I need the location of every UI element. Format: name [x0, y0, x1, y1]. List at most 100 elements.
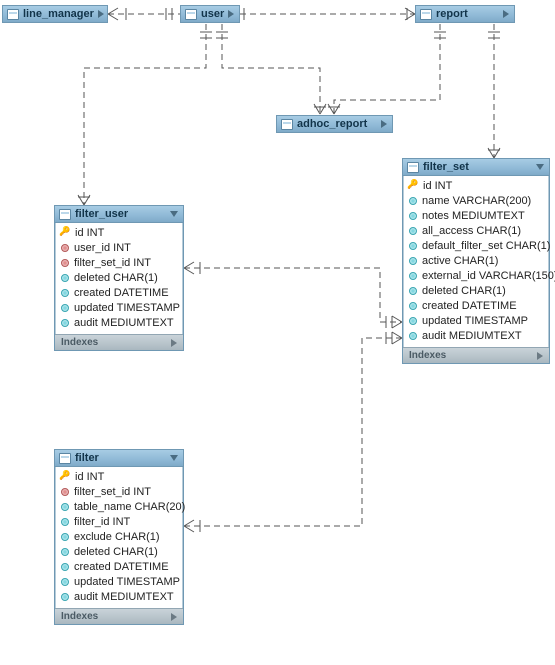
entity-user[interactable]: user	[180, 5, 240, 23]
column-row[interactable]: name VARCHAR(200)	[403, 194, 549, 209]
column-text: updated TIMESTAMP	[422, 315, 528, 327]
fk-icon	[61, 488, 69, 496]
column-text: default_filter_set CHAR(1)	[422, 240, 550, 252]
column-text: active CHAR(1)	[422, 255, 498, 267]
entity-header[interactable]: filter_user	[55, 206, 183, 223]
col-icon	[61, 274, 69, 282]
col-icon	[409, 212, 417, 220]
column-row[interactable]: audit MEDIUMTEXT	[403, 329, 549, 344]
col-icon	[61, 533, 69, 541]
col-icon	[61, 593, 69, 601]
expand-icon[interactable]	[171, 613, 177, 621]
column-row[interactable]: all_access CHAR(1)	[403, 224, 549, 239]
column-row[interactable]: filter_set_id INT	[55, 256, 183, 271]
entity-header[interactable]: user	[181, 6, 239, 22]
expand-icon[interactable]	[537, 352, 543, 360]
table-icon	[281, 119, 293, 130]
indexes-section[interactable]: Indexes	[403, 347, 549, 363]
col-icon	[409, 332, 417, 340]
column-row[interactable]: created DATETIME	[403, 299, 549, 314]
column-row[interactable]: filter_id INT	[55, 515, 183, 530]
col-icon	[61, 304, 69, 312]
entity-report[interactable]: report	[415, 5, 515, 23]
column-text: exclude CHAR(1)	[74, 531, 160, 543]
column-row[interactable]: updated TIMESTAMP	[55, 301, 183, 316]
column-text: filter_set_id INT	[74, 257, 151, 269]
column-row[interactable]: updated TIMESTAMP	[403, 314, 549, 329]
entity-header[interactable]: filter_set	[403, 159, 549, 176]
table-icon	[59, 453, 71, 464]
collapse-icon[interactable]	[170, 211, 178, 217]
column-row[interactable]: id INT	[403, 179, 549, 194]
expand-icon[interactable]	[503, 10, 509, 18]
col-icon	[61, 503, 69, 511]
column-text: updated TIMESTAMP	[74, 576, 180, 588]
col-icon	[61, 563, 69, 571]
column-text: id INT	[423, 180, 452, 192]
column-row[interactable]: deleted CHAR(1)	[55, 545, 183, 560]
indexes-label: Indexes	[61, 337, 98, 348]
column-text: external_id VARCHAR(150)	[422, 270, 555, 282]
col-icon	[409, 317, 417, 325]
column-text: notes MEDIUMTEXT	[422, 210, 525, 222]
column-row[interactable]: audit MEDIUMTEXT	[55, 316, 183, 331]
collapse-icon[interactable]	[170, 455, 178, 461]
table-icon	[185, 9, 197, 20]
col-icon	[409, 302, 417, 310]
key-icon	[409, 182, 418, 191]
col-icon	[61, 548, 69, 556]
entity-header[interactable]: adhoc_report	[277, 116, 392, 132]
entity-filter[interactable]: filter id INT filter_set_id INT table_na…	[54, 449, 184, 625]
column-row[interactable]: default_filter_set CHAR(1)	[403, 239, 549, 254]
fk-icon	[61, 244, 69, 252]
entity-filter-set[interactable]: filter_set id INT name VARCHAR(200) note…	[402, 158, 550, 364]
column-list: id INT user_id INT filter_set_id INT del…	[55, 223, 183, 334]
indexes-section[interactable]: Indexes	[55, 334, 183, 350]
column-row[interactable]: deleted CHAR(1)	[403, 284, 549, 299]
column-row[interactable]: user_id INT	[55, 241, 183, 256]
column-row[interactable]: active CHAR(1)	[403, 254, 549, 269]
expand-icon[interactable]	[228, 10, 234, 18]
entity-adhoc-report[interactable]: adhoc_report	[276, 115, 393, 133]
col-icon	[409, 272, 417, 280]
col-icon	[61, 578, 69, 586]
column-row[interactable]: audit MEDIUMTEXT	[55, 590, 183, 605]
column-row[interactable]: id INT	[55, 470, 183, 485]
table-icon	[407, 162, 419, 173]
column-text: created DATETIME	[74, 287, 169, 299]
entity-header[interactable]: report	[416, 6, 514, 22]
entity-filter-user[interactable]: filter_user id INT user_id INT filter_se…	[54, 205, 184, 351]
column-row[interactable]: exclude CHAR(1)	[55, 530, 183, 545]
column-row[interactable]: filter_set_id INT	[55, 485, 183, 500]
column-text: filter_set_id INT	[74, 486, 151, 498]
entity-header[interactable]: line_manager	[3, 6, 107, 22]
entity-line-manager[interactable]: line_manager	[2, 5, 108, 23]
column-row[interactable]: id INT	[55, 226, 183, 241]
column-text: deleted CHAR(1)	[422, 285, 506, 297]
indexes-section[interactable]: Indexes	[55, 608, 183, 624]
column-text: created DATETIME	[422, 300, 517, 312]
column-row[interactable]: table_name CHAR(20)	[55, 500, 183, 515]
expand-icon[interactable]	[171, 339, 177, 347]
col-icon	[409, 242, 417, 250]
column-text: id INT	[75, 471, 104, 483]
table-icon	[7, 9, 19, 20]
expand-icon[interactable]	[381, 120, 387, 128]
col-icon	[409, 197, 417, 205]
entity-title: adhoc_report	[297, 118, 367, 130]
column-text: audit MEDIUMTEXT	[422, 330, 522, 342]
col-icon	[409, 257, 417, 265]
col-icon	[61, 518, 69, 526]
column-row[interactable]: external_id VARCHAR(150)	[403, 269, 549, 284]
entity-title: filter_set	[423, 161, 469, 173]
column-row[interactable]: created DATETIME	[55, 560, 183, 575]
column-row[interactable]: deleted CHAR(1)	[55, 271, 183, 286]
entity-title: filter	[75, 452, 99, 464]
column-text: name VARCHAR(200)	[422, 195, 531, 207]
column-row[interactable]: updated TIMESTAMP	[55, 575, 183, 590]
column-row[interactable]: notes MEDIUMTEXT	[403, 209, 549, 224]
entity-header[interactable]: filter	[55, 450, 183, 467]
expand-icon[interactable]	[98, 10, 104, 18]
collapse-icon[interactable]	[536, 164, 544, 170]
column-row[interactable]: created DATETIME	[55, 286, 183, 301]
